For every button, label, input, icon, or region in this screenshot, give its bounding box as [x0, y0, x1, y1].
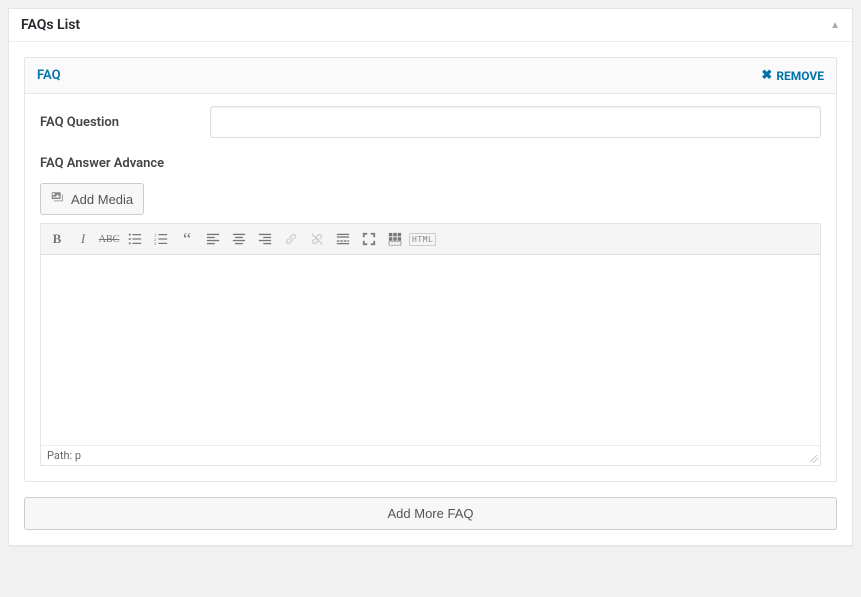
collapse-icon[interactable]: ▲	[830, 20, 840, 31]
close-icon: ✖	[761, 69, 772, 82]
metabox-body: FAQ ✖ REMOVE FAQ Question FAQ Answer Adv…	[9, 42, 852, 545]
numbered-list-icon[interactable]: 123	[149, 228, 173, 250]
editor-statusbar: Path: p	[41, 445, 820, 465]
resize-handle-icon[interactable]	[806, 451, 820, 465]
align-left-icon[interactable]	[201, 228, 225, 250]
metabox-title: FAQs List	[21, 17, 80, 33]
question-label: FAQ Question	[40, 115, 210, 130]
unlink-icon[interactable]	[305, 228, 329, 250]
add-more-faq-button[interactable]: Add More FAQ	[24, 497, 837, 530]
toolbar-toggle-icon[interactable]	[383, 228, 407, 250]
bullet-list-icon[interactable]	[123, 228, 147, 250]
media-icon	[51, 190, 66, 208]
italic-icon[interactable]: I	[71, 228, 95, 250]
faq-item: FAQ ✖ REMOVE FAQ Question FAQ Answer Adv…	[24, 57, 837, 482]
remove-button[interactable]: ✖ REMOVE	[761, 69, 824, 83]
editor-path: Path: p	[47, 449, 81, 462]
faq-header-title: FAQ	[37, 68, 61, 83]
svg-text:3: 3	[154, 241, 157, 246]
editor-content[interactable]	[41, 255, 820, 445]
metabox-header: FAQs List ▲	[9, 9, 852, 42]
add-media-label: Add Media	[71, 192, 133, 207]
question-input[interactable]	[210, 106, 821, 138]
remove-label: REMOVE	[776, 69, 824, 83]
bold-icon[interactable]: B	[45, 228, 69, 250]
align-right-icon[interactable]	[253, 228, 277, 250]
blockquote-icon[interactable]: “	[175, 228, 199, 250]
align-center-icon[interactable]	[227, 228, 251, 250]
insert-more-icon[interactable]	[331, 228, 355, 250]
editor: B I ABC 123 “	[40, 223, 821, 466]
faqs-metabox: FAQs List ▲ FAQ ✖ REMOVE FAQ Question FA…	[8, 8, 853, 546]
add-media-button[interactable]: Add Media	[40, 183, 144, 215]
fullscreen-icon[interactable]	[357, 228, 381, 250]
strikethrough-icon[interactable]: ABC	[97, 228, 121, 250]
answer-label: FAQ Answer Advance	[40, 156, 821, 171]
question-row: FAQ Question	[40, 106, 821, 138]
faq-item-header[interactable]: FAQ ✖ REMOVE	[25, 58, 836, 94]
editor-toolbar: B I ABC 123 “	[41, 224, 820, 255]
link-icon[interactable]	[279, 228, 303, 250]
html-button[interactable]: HTML	[409, 233, 436, 246]
faq-item-body: FAQ Question FAQ Answer Advance Add Medi…	[25, 94, 836, 481]
